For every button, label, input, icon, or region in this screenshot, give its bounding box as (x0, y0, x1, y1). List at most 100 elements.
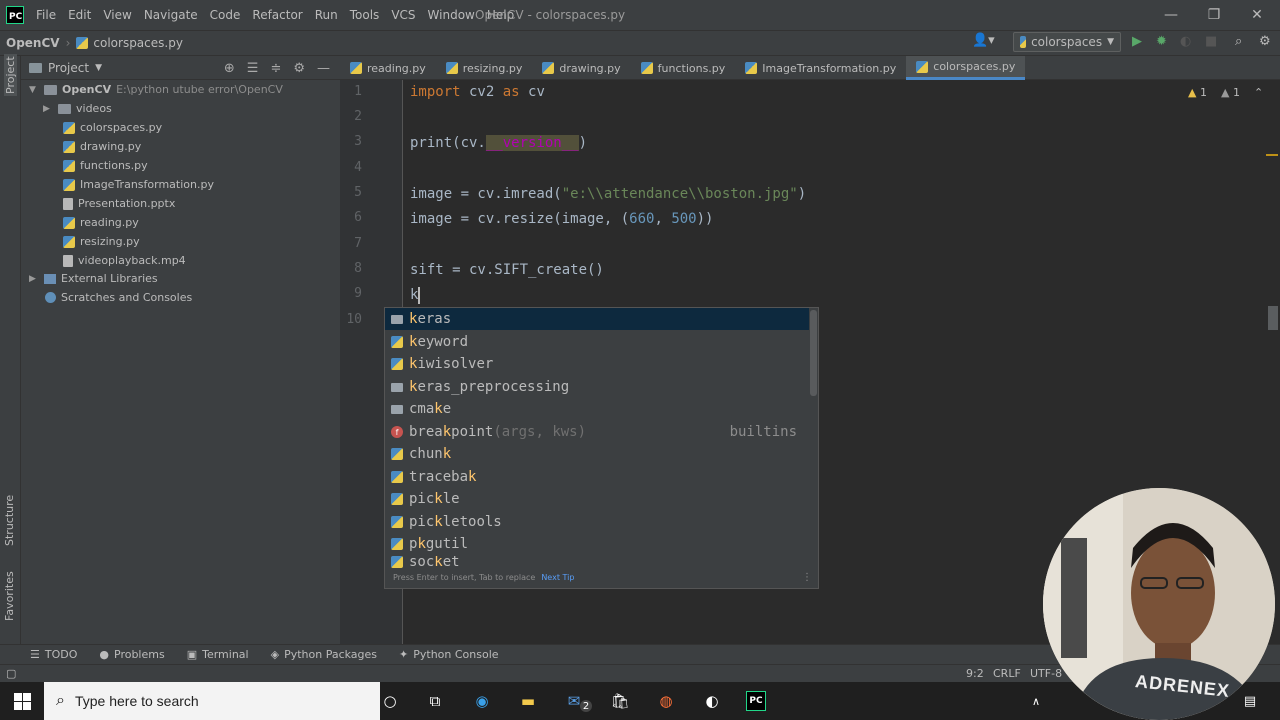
completion-item[interactable]: pickle (385, 488, 809, 510)
code-text: ) (797, 186, 807, 202)
chevron-up-icon[interactable]: ⌃ (1254, 86, 1263, 99)
completion-item[interactable]: keras_preprocessing (385, 376, 809, 398)
tool-label: Python Packages (284, 648, 378, 661)
python-console-tool-button[interactable]: ✦ Python Console (399, 648, 499, 661)
next-tip-link[interactable]: Next Tip (541, 573, 574, 582)
run-configuration-select[interactable]: colorspaces ▼ (1013, 32, 1121, 52)
file-explorer-icon[interactable]: ▬ (518, 691, 538, 711)
notification-icon[interactable]: ▤ (1240, 691, 1260, 711)
project-tool-tab[interactable]: Project (4, 54, 17, 96)
task-view-icon[interactable]: ⧉ (425, 691, 445, 711)
line-number: 5 (354, 185, 362, 200)
expand-all-icon[interactable]: ☰ (247, 61, 259, 76)
tree-item-videos[interactable]: ▶ videos (43, 99, 112, 118)
run-icon[interactable]: ▶ (1132, 34, 1142, 49)
tab-drawing[interactable]: drawing.py (532, 56, 630, 80)
menu-run[interactable]: Run (309, 0, 344, 30)
search-icon[interactable]: ⌕ (1235, 34, 1242, 49)
project-panel-title[interactable]: Project (48, 61, 89, 75)
menu-navigate[interactable]: Navigate (138, 0, 204, 30)
tree-item-external-libraries[interactable]: ▶ External Libraries (29, 269, 158, 288)
tree-item-videoplayback[interactable]: videoplayback.mp4 (63, 251, 186, 270)
weak-warning-count-value: 1 (1232, 86, 1240, 99)
minimize-icon[interactable]: — (1148, 0, 1194, 30)
completion-scrollbar[interactable] (810, 310, 817, 396)
menu-refactor[interactable]: Refactor (246, 0, 308, 30)
menu-view[interactable]: View (97, 0, 137, 30)
warning-marker[interactable] (1266, 154, 1278, 156)
completion-item[interactable]: pickletools (385, 511, 809, 533)
caret-position[interactable]: 9:2 (966, 667, 984, 680)
start-button[interactable] (0, 682, 44, 720)
tree-item-label: reading.py (80, 216, 139, 229)
code-text: k (410, 287, 419, 303)
stop-icon[interactable]: ■ (1205, 34, 1217, 49)
collapse-all-icon[interactable]: ≑ (270, 61, 281, 76)
tree-item-label: ImageTransformation.py (80, 178, 214, 191)
tab-imagetransformation[interactable]: ImageTransformation.py (735, 56, 906, 80)
coverage-icon[interactable]: ◐ (1180, 34, 1191, 49)
breadcrumb-project[interactable]: OpenCV (0, 36, 66, 50)
pycharm-taskbar-icon[interactable]: PC (746, 691, 766, 711)
completion-item[interactable]: cmake (385, 398, 809, 420)
todo-tool-button[interactable]: ☰ TODO (30, 648, 77, 661)
settings-icon[interactable]: ⚙ (1259, 34, 1271, 49)
tree-item-colorspaces[interactable]: colorspaces.py (63, 118, 162, 137)
completion-item[interactable]: chunk (385, 443, 809, 465)
user-icon[interactable]: 👤▾ (972, 33, 995, 48)
store-icon[interactable]: 🛍 (610, 691, 630, 711)
restore-icon[interactable]: ❐ (1191, 0, 1237, 30)
completion-item[interactable]: keyword (385, 331, 809, 353)
completion-item[interactable]: keras (385, 308, 809, 330)
cortana-icon[interactable]: ○ (380, 691, 400, 711)
gear-icon[interactable]: ⚙ (293, 61, 305, 76)
menu-edit[interactable]: Edit (62, 0, 97, 30)
tab-reading[interactable]: reading.py (340, 56, 436, 80)
hide-icon[interactable]: — (317, 61, 330, 76)
file-encoding[interactable]: UTF-8 (1030, 667, 1062, 680)
menu-tools[interactable]: Tools (344, 0, 386, 30)
module-icon (391, 538, 403, 550)
editor-scrollbar[interactable] (1268, 306, 1278, 330)
completion-item[interactable]: kiwisolver (385, 353, 809, 375)
status-window-icon[interactable]: ▢ (6, 667, 16, 680)
tree-item-functions[interactable]: functions.py (63, 156, 148, 175)
problems-tool-button[interactable]: ● Problems (99, 648, 164, 661)
tab-label: functions.py (657, 61, 726, 75)
tab-colorspaces[interactable]: colorspaces.py (906, 56, 1026, 80)
debug-icon[interactable]: ✹ (1156, 34, 1167, 49)
menu-code[interactable]: Code (204, 0, 247, 30)
inspection-widget[interactable]: ▲ 1 ▲ 1 ⌃ (1188, 86, 1263, 99)
terminal-tool-button[interactable]: ▣ Terminal (187, 648, 249, 661)
close-icon[interactable]: ✕ (1234, 0, 1280, 30)
edge-icon[interactable]: ◉ (472, 691, 492, 711)
tree-item-reading[interactable]: reading.py (63, 213, 139, 232)
locate-icon[interactable]: ⊕ (224, 61, 235, 76)
completion-item[interactable]: tracebak (385, 466, 809, 488)
tab-functions[interactable]: functions.py (631, 56, 736, 80)
tree-root[interactable]: ▼ OpenCV E:\python utube error\OpenCV (29, 80, 283, 99)
tree-item-presentation[interactable]: Presentation.pptx (63, 194, 175, 213)
python-file-icon (63, 235, 75, 248)
tree-item-resizing[interactable]: resizing.py (63, 232, 140, 251)
favorites-tool-tab[interactable]: Favorites (3, 571, 16, 621)
menu-file[interactable]: File (30, 0, 62, 30)
tree-item-drawing[interactable]: drawing.py (63, 137, 141, 156)
chevron-down-icon[interactable]: ▼ (95, 63, 102, 73)
completion-item[interactable]: pkgutil (385, 533, 809, 555)
more-options-icon[interactable]: ⋮ (802, 572, 812, 583)
github-icon[interactable]: ◐ (702, 691, 722, 711)
firefox-icon[interactable]: ◍ (656, 691, 676, 711)
tree-item-imagetransformation[interactable]: ImageTransformation.py (63, 175, 214, 194)
completion-item[interactable]: f breakpoint(args, kws) builtins (385, 421, 809, 443)
structure-tool-tab[interactable]: Structure (3, 495, 16, 546)
menu-window[interactable]: Window (422, 0, 481, 30)
line-separator[interactable]: CRLF (993, 667, 1021, 680)
tree-item-scratches[interactable]: Scratches and Consoles (45, 288, 192, 307)
menu-vcs[interactable]: VCS (385, 0, 421, 30)
tab-resizing[interactable]: resizing.py (436, 56, 533, 80)
breadcrumb-file[interactable]: colorspaces.py (70, 36, 189, 50)
tray-chevron-up-icon[interactable]: ∧ (1026, 691, 1046, 711)
python-packages-tool-button[interactable]: ◈ Python Packages (271, 648, 377, 661)
taskbar-search-box[interactable]: ⌕ Type here to search (44, 682, 380, 720)
